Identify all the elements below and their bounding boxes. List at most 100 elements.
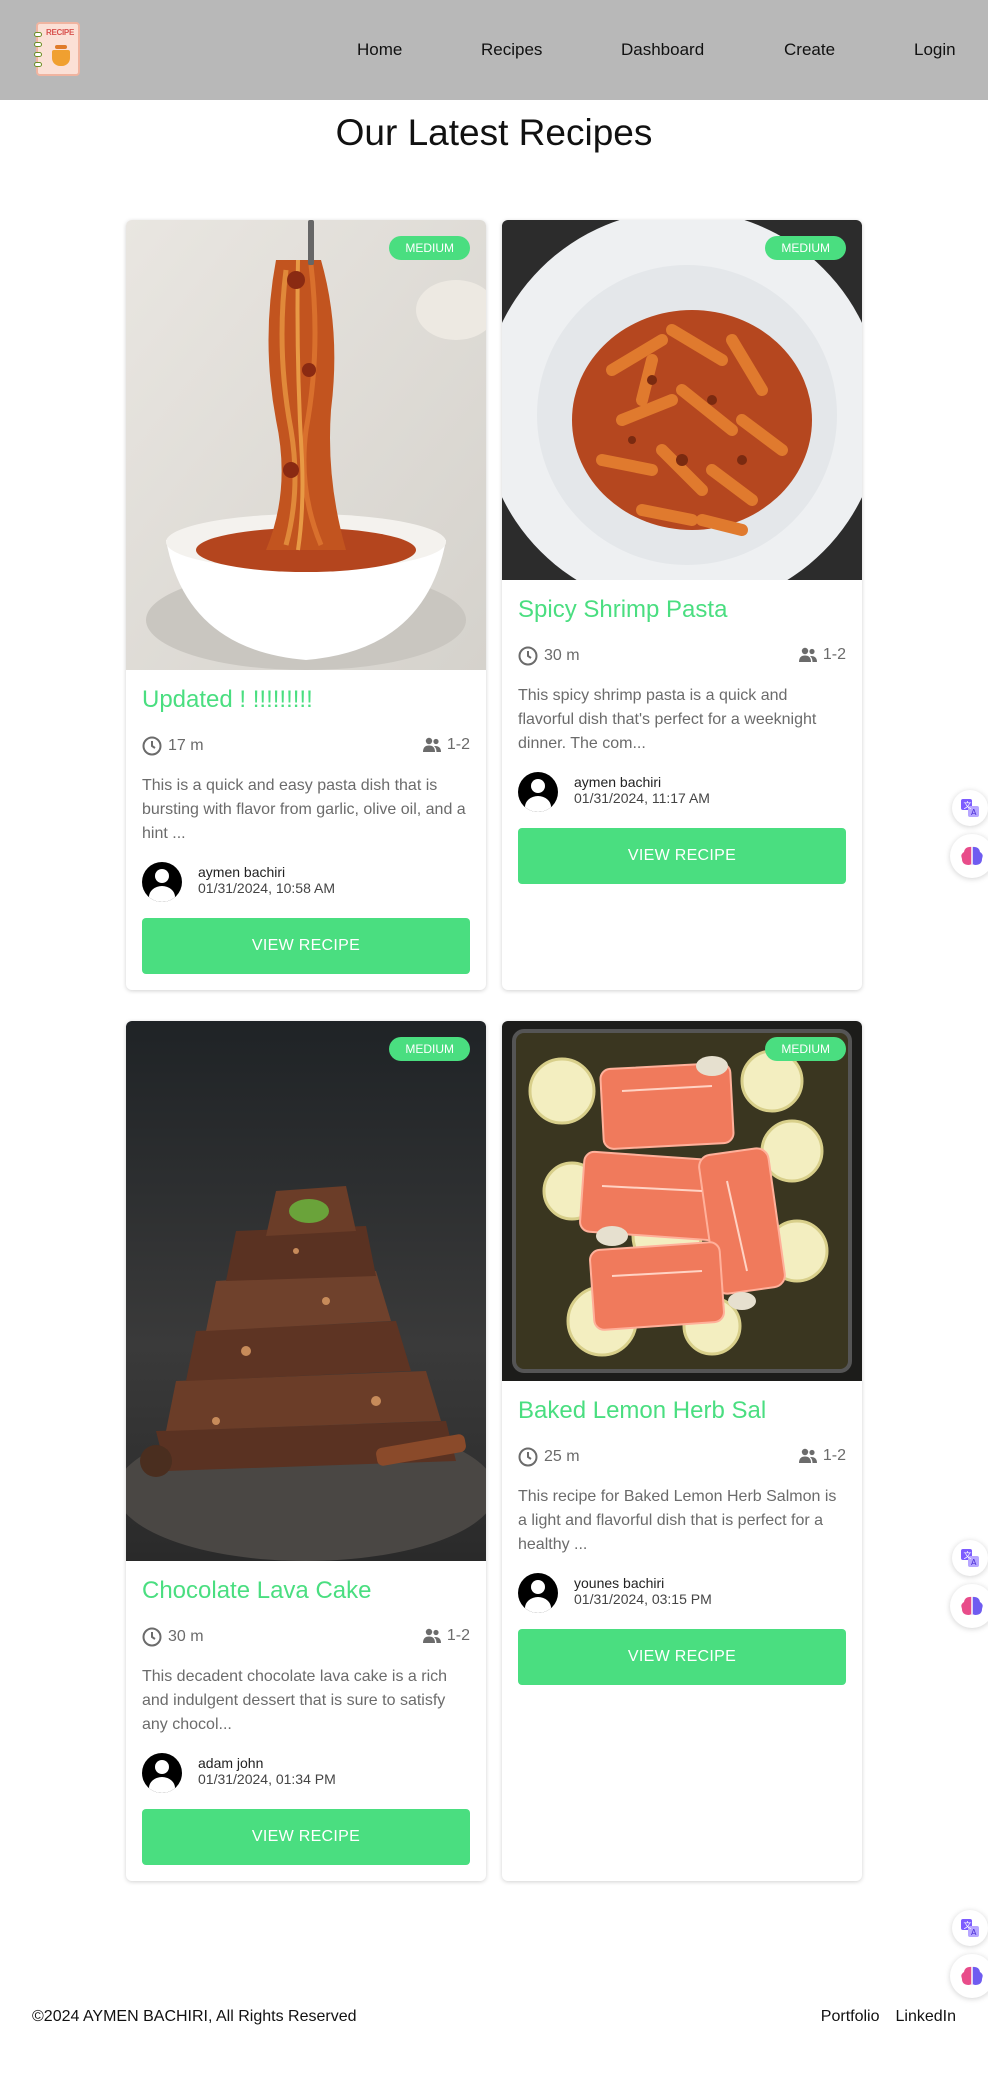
recipe-meta: 25 m 1-2 [518, 1447, 846, 1469]
nav-home-link[interactable]: Home [357, 40, 402, 60]
recipe-meta: 17 m 1-2 [142, 736, 470, 758]
clock-icon [518, 646, 538, 666]
post-date: 01/31/2024, 01:34 PM [198, 1771, 336, 1787]
footer-links: Portfolio LinkedIn [821, 2008, 956, 2026]
brain-icon [961, 1596, 983, 1615]
translate-widget[interactable]: 文A [952, 790, 988, 826]
svg-text:A: A [971, 1558, 977, 1567]
author-info: aymen bachiri 01/31/2024, 10:58 AM [142, 860, 470, 904]
binder-ring [34, 32, 42, 37]
author-name: aymen bachiri [574, 774, 662, 790]
cook-time-value: 25 m [544, 1448, 580, 1465]
author-name: aymen bachiri [198, 864, 286, 880]
author-info: younes bachiri 01/31/2024, 03:15 PM [518, 1571, 846, 1615]
nav-login-link[interactable]: Login [914, 40, 956, 60]
recipe-image-baked-salmon[interactable] [502, 1021, 862, 1381]
ai-assistant-widget[interactable] [950, 1584, 988, 1628]
user-avatar-icon [142, 862, 182, 902]
translate-widget[interactable]: 文A [952, 1910, 988, 1946]
post-date: 01/31/2024, 11:17 AM [574, 790, 710, 806]
post-date: 01/31/2024, 03:15 PM [574, 1591, 712, 1607]
user-avatar-icon [142, 1753, 182, 1793]
recipe-meta: 30 m 1-2 [142, 1627, 470, 1649]
logo-text: RECIPE [46, 28, 74, 37]
translate-widget[interactable]: 文A [952, 1540, 988, 1576]
servings-value: 1-2 [822, 1447, 846, 1464]
pot-icon [52, 45, 70, 66]
author-name: younes bachiri [574, 1575, 665, 1591]
footer: ©2024 AYMEN BACHIRI, All Rights Reserved… [0, 2000, 988, 2040]
site-logo[interactable]: RECIPE [34, 22, 80, 76]
recipe-image-shrimp-pasta[interactable] [502, 220, 862, 580]
navbar: RECIPE Home Recipes Dashboard Create Log… [0, 0, 988, 100]
difficulty-badge: MEDIUM [389, 1037, 470, 1061]
servings-value: 1-2 [822, 646, 846, 663]
author-info: adam john 01/31/2024, 01:34 PM [142, 1751, 470, 1795]
people-icon [798, 1448, 817, 1463]
recipe-title[interactable]: Baked Lemon Herb Sal [518, 1397, 766, 1425]
recipe-description: This is a quick and easy pasta dish that… [142, 777, 466, 842]
view-recipe-button[interactable]: VIEW RECIPE [518, 828, 846, 884]
binder-ring [34, 62, 42, 67]
cook-time: 17 m [142, 736, 204, 756]
clock-icon [142, 736, 162, 756]
author-name: adam john [198, 1755, 264, 1771]
svg-text:A: A [971, 1928, 977, 1937]
cook-time: 30 m [518, 646, 580, 666]
recipe-description: This spicy shrimp pasta is a quick and f… [518, 687, 817, 752]
servings: 1-2 [798, 646, 846, 664]
recipe-title[interactable]: Updated ! !!!!!!!!! [142, 686, 313, 714]
recipe-description: This decadent chocolate lava cake is a r… [142, 1668, 448, 1733]
people-icon [422, 737, 441, 752]
servings: 1-2 [422, 736, 470, 754]
cook-time: 25 m [518, 1447, 580, 1467]
post-date: 01/31/2024, 10:58 AM [198, 880, 335, 896]
svg-text:A: A [971, 808, 977, 817]
recipe-card: MEDIUM Updated ! !!!!!!!!! 17 m 1-2 This… [126, 220, 486, 990]
recipe-image-spaghetti[interactable] [126, 220, 486, 670]
difficulty-badge: MEDIUM [389, 236, 470, 260]
nav-create-link[interactable]: Create [784, 40, 835, 60]
ai-assistant-widget[interactable] [950, 834, 988, 878]
servings-value: 1-2 [446, 1627, 470, 1644]
recipe-title[interactable]: Spicy Shrimp Pasta [518, 596, 727, 624]
view-recipe-button[interactable]: VIEW RECIPE [518, 1629, 846, 1685]
recipe-title[interactable]: Chocolate Lava Cake [142, 1577, 371, 1605]
nav-recipes-link[interactable]: Recipes [481, 40, 542, 60]
servings-value: 1-2 [446, 736, 470, 753]
translate-icon: 文A [961, 1549, 979, 1567]
translate-icon: 文A [961, 799, 979, 817]
recipe-image-chocolate-cake[interactable] [126, 1021, 486, 1561]
people-icon [422, 1628, 441, 1643]
view-recipe-button[interactable]: VIEW RECIPE [142, 918, 470, 974]
nav-dashboard-link[interactable]: Dashboard [621, 40, 704, 60]
portfolio-link[interactable]: Portfolio [821, 2008, 880, 2026]
recipe-card: MEDIUM Baked Lemon Herb Sal 25 m 1-2 Thi… [502, 1021, 862, 1881]
cook-time-value: 17 m [168, 737, 204, 754]
clock-icon [518, 1447, 538, 1467]
brain-icon [961, 846, 983, 865]
recipe-meta: 30 m 1-2 [518, 646, 846, 668]
binder-ring [34, 42, 42, 47]
ai-assistant-widget[interactable] [950, 1954, 988, 1998]
cook-time-value: 30 m [544, 647, 580, 664]
people-icon [798, 647, 817, 662]
cook-time-value: 30 m [168, 1628, 204, 1645]
servings: 1-2 [798, 1447, 846, 1465]
cook-time: 30 m [142, 1627, 204, 1647]
view-recipe-button[interactable]: VIEW RECIPE [142, 1809, 470, 1865]
copyright-text: ©2024 AYMEN BACHIRI, All Rights Reserved [32, 2008, 357, 2025]
recipe-card: MEDIUM Spicy Shrimp Pasta 30 m 1-2 This … [502, 220, 862, 990]
binder-ring [34, 52, 42, 57]
recipe-description: This recipe for Baked Lemon Herb Salmon … [518, 1488, 837, 1553]
author-info: aymen bachiri 01/31/2024, 11:17 AM [518, 770, 846, 814]
user-avatar-icon [518, 1573, 558, 1613]
brain-icon [961, 1966, 983, 1985]
user-avatar-icon [518, 772, 558, 812]
translate-icon: 文A [961, 1919, 979, 1937]
servings: 1-2 [422, 1627, 470, 1645]
recipe-card: MEDIUM Chocolate Lava Cake 30 m 1-2 This… [126, 1021, 486, 1881]
page-title: Our Latest Recipes [335, 112, 653, 153]
linkedin-link[interactable]: LinkedIn [896, 2008, 957, 2026]
clock-icon [142, 1627, 162, 1647]
